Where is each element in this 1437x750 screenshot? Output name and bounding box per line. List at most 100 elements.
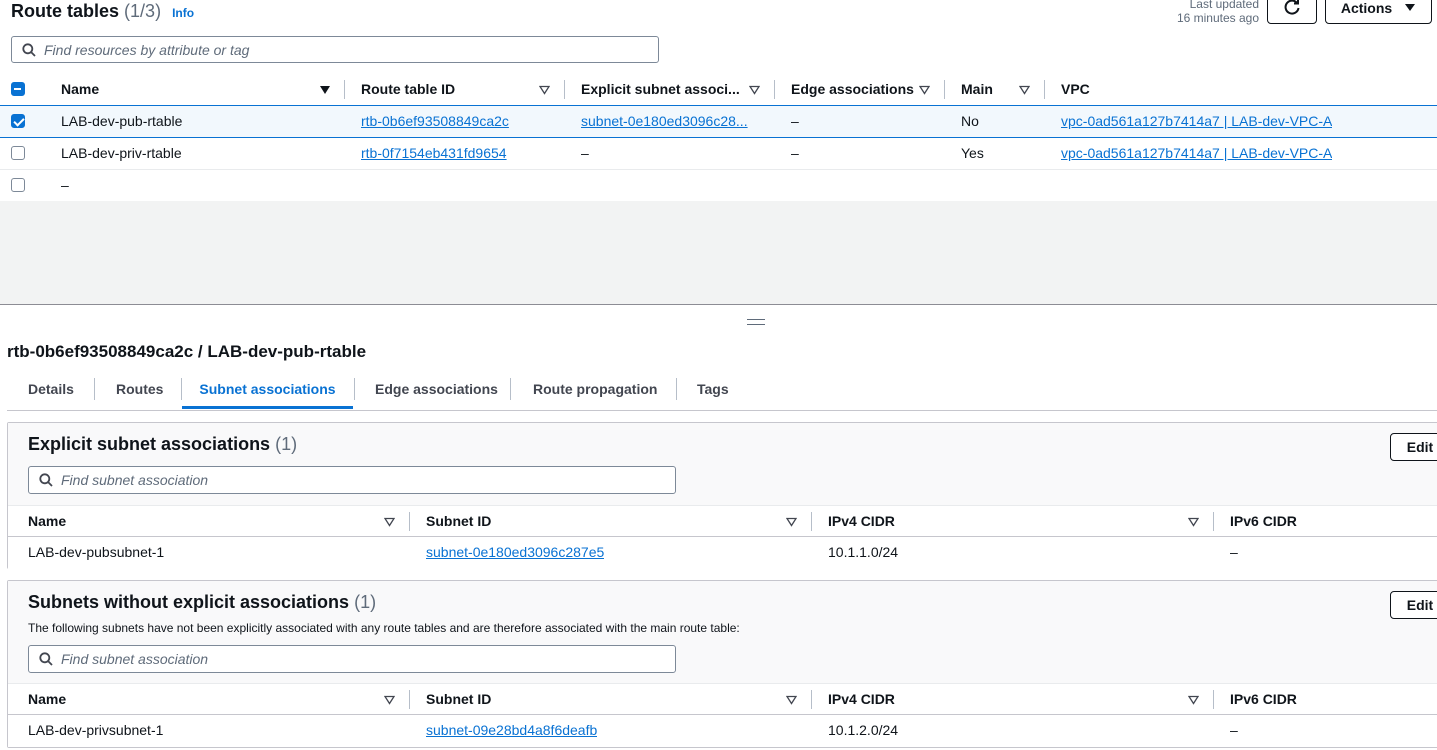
explicit-title-text: Explicit subnet associations [28, 434, 271, 454]
col-ipv6-cidr[interactable]: IPv6 CIDR [1230, 506, 1297, 537]
sort-icon[interactable] [1188, 517, 1199, 527]
implicit-associations-panel: Subnets without explicit associations (1… [7, 580, 1437, 748]
implicit-table-header: Name Subnet ID IPv4 CIDR IPv6 CIDR [8, 683, 1437, 715]
search-placeholder: Find subnet association [61, 651, 209, 667]
tab-details[interactable]: Details [28, 376, 74, 409]
table-row[interactable]: – [0, 170, 1437, 202]
sort-icon[interactable] [786, 695, 797, 705]
edit-implicit-button[interactable]: Edit [1390, 591, 1437, 619]
vpc-link[interactable]: vpc-0ad561a127b7414a7 | LAB-dev-VPC-A [1061, 138, 1332, 169]
search-icon [22, 42, 36, 57]
table-row[interactable]: LAB-dev-priv-rtable rtb-0f7154eb431fd965… [0, 138, 1437, 170]
sort-icon[interactable] [1188, 695, 1199, 705]
implicit-description: The following subnets have not been expl… [28, 621, 740, 635]
implicit-title-text: Subnets without explicit associations [28, 592, 350, 612]
tab-edge-associations[interactable]: Edge associations [375, 376, 498, 409]
edit-explicit-button[interactable]: Edit [1390, 433, 1437, 461]
subnet-ipv4: 10.1.2.0/24 [828, 722, 899, 738]
row-checkbox[interactable] [11, 146, 25, 160]
route-table-id-link[interactable]: rtb-0f7154eb431fd9654 [361, 138, 507, 169]
sort-icon[interactable] [384, 695, 395, 705]
row-name: LAB-dev-priv-rtable [61, 145, 182, 161]
detail-tabs: Details Routes Subnet associations Edge … [7, 376, 1437, 411]
col-ipv4-cidr[interactable]: IPv4 CIDR [828, 684, 895, 715]
explicit-associations-panel: Explicit subnet associations (1) Edit Fi… [7, 422, 1437, 569]
col-ipv4-cidr[interactable]: IPv4 CIDR [828, 506, 895, 537]
subnet-id-link[interactable]: subnet-0e180ed3096c287e5 [426, 537, 604, 568]
col-subnet-id[interactable]: Subnet ID [426, 506, 491, 537]
table-row: LAB-dev-privsubnet-1 subnet-09e28bd4a8f6… [8, 715, 1437, 747]
col-main[interactable]: Main [961, 73, 993, 106]
caret-down-icon [1405, 3, 1416, 11]
route-table-header: Name Route table ID Explicit subnet asso… [0, 73, 1437, 107]
col-edge-associations[interactable]: Edge associations [791, 73, 914, 106]
col-name[interactable]: Name [28, 684, 66, 715]
explicit-title: Explicit subnet associations (1) [28, 434, 297, 455]
implicit-title: Subnets without explicit associations (1… [28, 592, 376, 613]
subnet-id-link[interactable]: subnet-09e28bd4a8f6deafb [426, 715, 597, 746]
tab-tags[interactable]: Tags [697, 376, 729, 409]
drag-handle-icon[interactable] [747, 319, 765, 325]
info-link[interactable]: Info [172, 6, 194, 20]
last-updated-label: Last updated [1189, 0, 1259, 11]
subnet-ipv6: – [1230, 722, 1238, 738]
row-edge: – [791, 145, 799, 161]
table-row: LAB-dev-pubsubnet-1 subnet-0e180ed3096c2… [8, 537, 1437, 569]
row-name: LAB-dev-pub-rtable [61, 113, 183, 129]
tab-routes[interactable]: Routes [116, 376, 163, 409]
row-main: No [961, 113, 979, 129]
row-checkbox[interactable] [11, 178, 25, 192]
tab-subnet-associations[interactable]: Subnet associations [182, 376, 353, 409]
actions-button[interactable]: Actions [1325, 0, 1432, 24]
last-updated: Last updated 16 minutes ago [1177, 0, 1259, 25]
subnet-ipv4: 10.1.1.0/24 [828, 544, 899, 560]
col-vpc[interactable]: VPC [1061, 73, 1090, 106]
sort-icon[interactable] [749, 85, 760, 95]
col-route-table-id[interactable]: Route table ID [361, 73, 455, 106]
table-row[interactable]: LAB-dev-pub-rtable rtb-0b6ef93508849ca2c… [0, 105, 1437, 138]
detail-title: rtb-0b6ef93508849ca2c / LAB-dev-pub-rtab… [7, 342, 367, 361]
col-ipv6-cidr[interactable]: IPv6 CIDR [1230, 684, 1297, 715]
sort-descending-icon[interactable] [319, 85, 331, 95]
col-name[interactable]: Name [28, 506, 66, 537]
search-placeholder: Find resources by attribute or tag [44, 41, 250, 58]
search-placeholder: Find subnet association [61, 472, 209, 488]
search-icon [39, 473, 53, 487]
refresh-icon [1284, 0, 1300, 15]
subnet-link[interactable]: subnet-0e180ed3096c28... [581, 106, 748, 137]
row-main: Yes [961, 145, 984, 161]
search-icon [39, 652, 53, 666]
last-updated-value: 16 minutes ago [1176, 11, 1259, 25]
subnet-name: LAB-dev-pubsubnet-1 [28, 544, 165, 560]
col-explicit-subnet[interactable]: Explicit subnet associ... [581, 73, 741, 106]
subnet-name: LAB-dev-privsubnet-1 [28, 722, 164, 738]
explicit-table-header: Name Subnet ID IPv4 CIDR IPv6 CIDR [8, 505, 1437, 537]
resource-search-input[interactable]: Find resources by attribute or tag [11, 36, 659, 63]
row-subnet: – [581, 145, 589, 161]
selection-count: (1/3) [124, 1, 162, 21]
sort-icon[interactable] [786, 517, 797, 527]
sort-icon[interactable] [539, 85, 550, 95]
actions-label: Actions [1340, 0, 1393, 16]
select-all-checkbox[interactable] [11, 82, 25, 96]
sort-icon[interactable] [1019, 85, 1030, 95]
col-name[interactable]: Name [61, 73, 99, 106]
row-name: – [61, 177, 69, 193]
refresh-button[interactable] [1267, 0, 1317, 24]
sort-icon[interactable] [919, 85, 930, 95]
route-table-id-link[interactable]: rtb-0b6ef93508849ca2c [361, 106, 509, 137]
explicit-search-input[interactable]: Find subnet association [28, 466, 676, 494]
tab-route-propagation[interactable]: Route propagation [533, 376, 657, 409]
implicit-search-input[interactable]: Find subnet association [28, 645, 676, 673]
sort-icon[interactable] [384, 517, 395, 527]
table-empty-area [0, 201, 1437, 305]
implicit-count: (1) [354, 592, 377, 612]
row-checkbox[interactable] [11, 114, 25, 128]
page-title: Route tables (1/3) Info [11, 0, 194, 24]
col-subnet-id[interactable]: Subnet ID [426, 684, 491, 715]
subnet-ipv6: – [1230, 544, 1238, 560]
vpc-link[interactable]: vpc-0ad561a127b7414a7 | LAB-dev-VPC-A [1061, 106, 1332, 137]
page-title-text: Route tables [11, 1, 120, 21]
explicit-count: (1) [275, 434, 298, 454]
row-edge: – [791, 113, 799, 129]
